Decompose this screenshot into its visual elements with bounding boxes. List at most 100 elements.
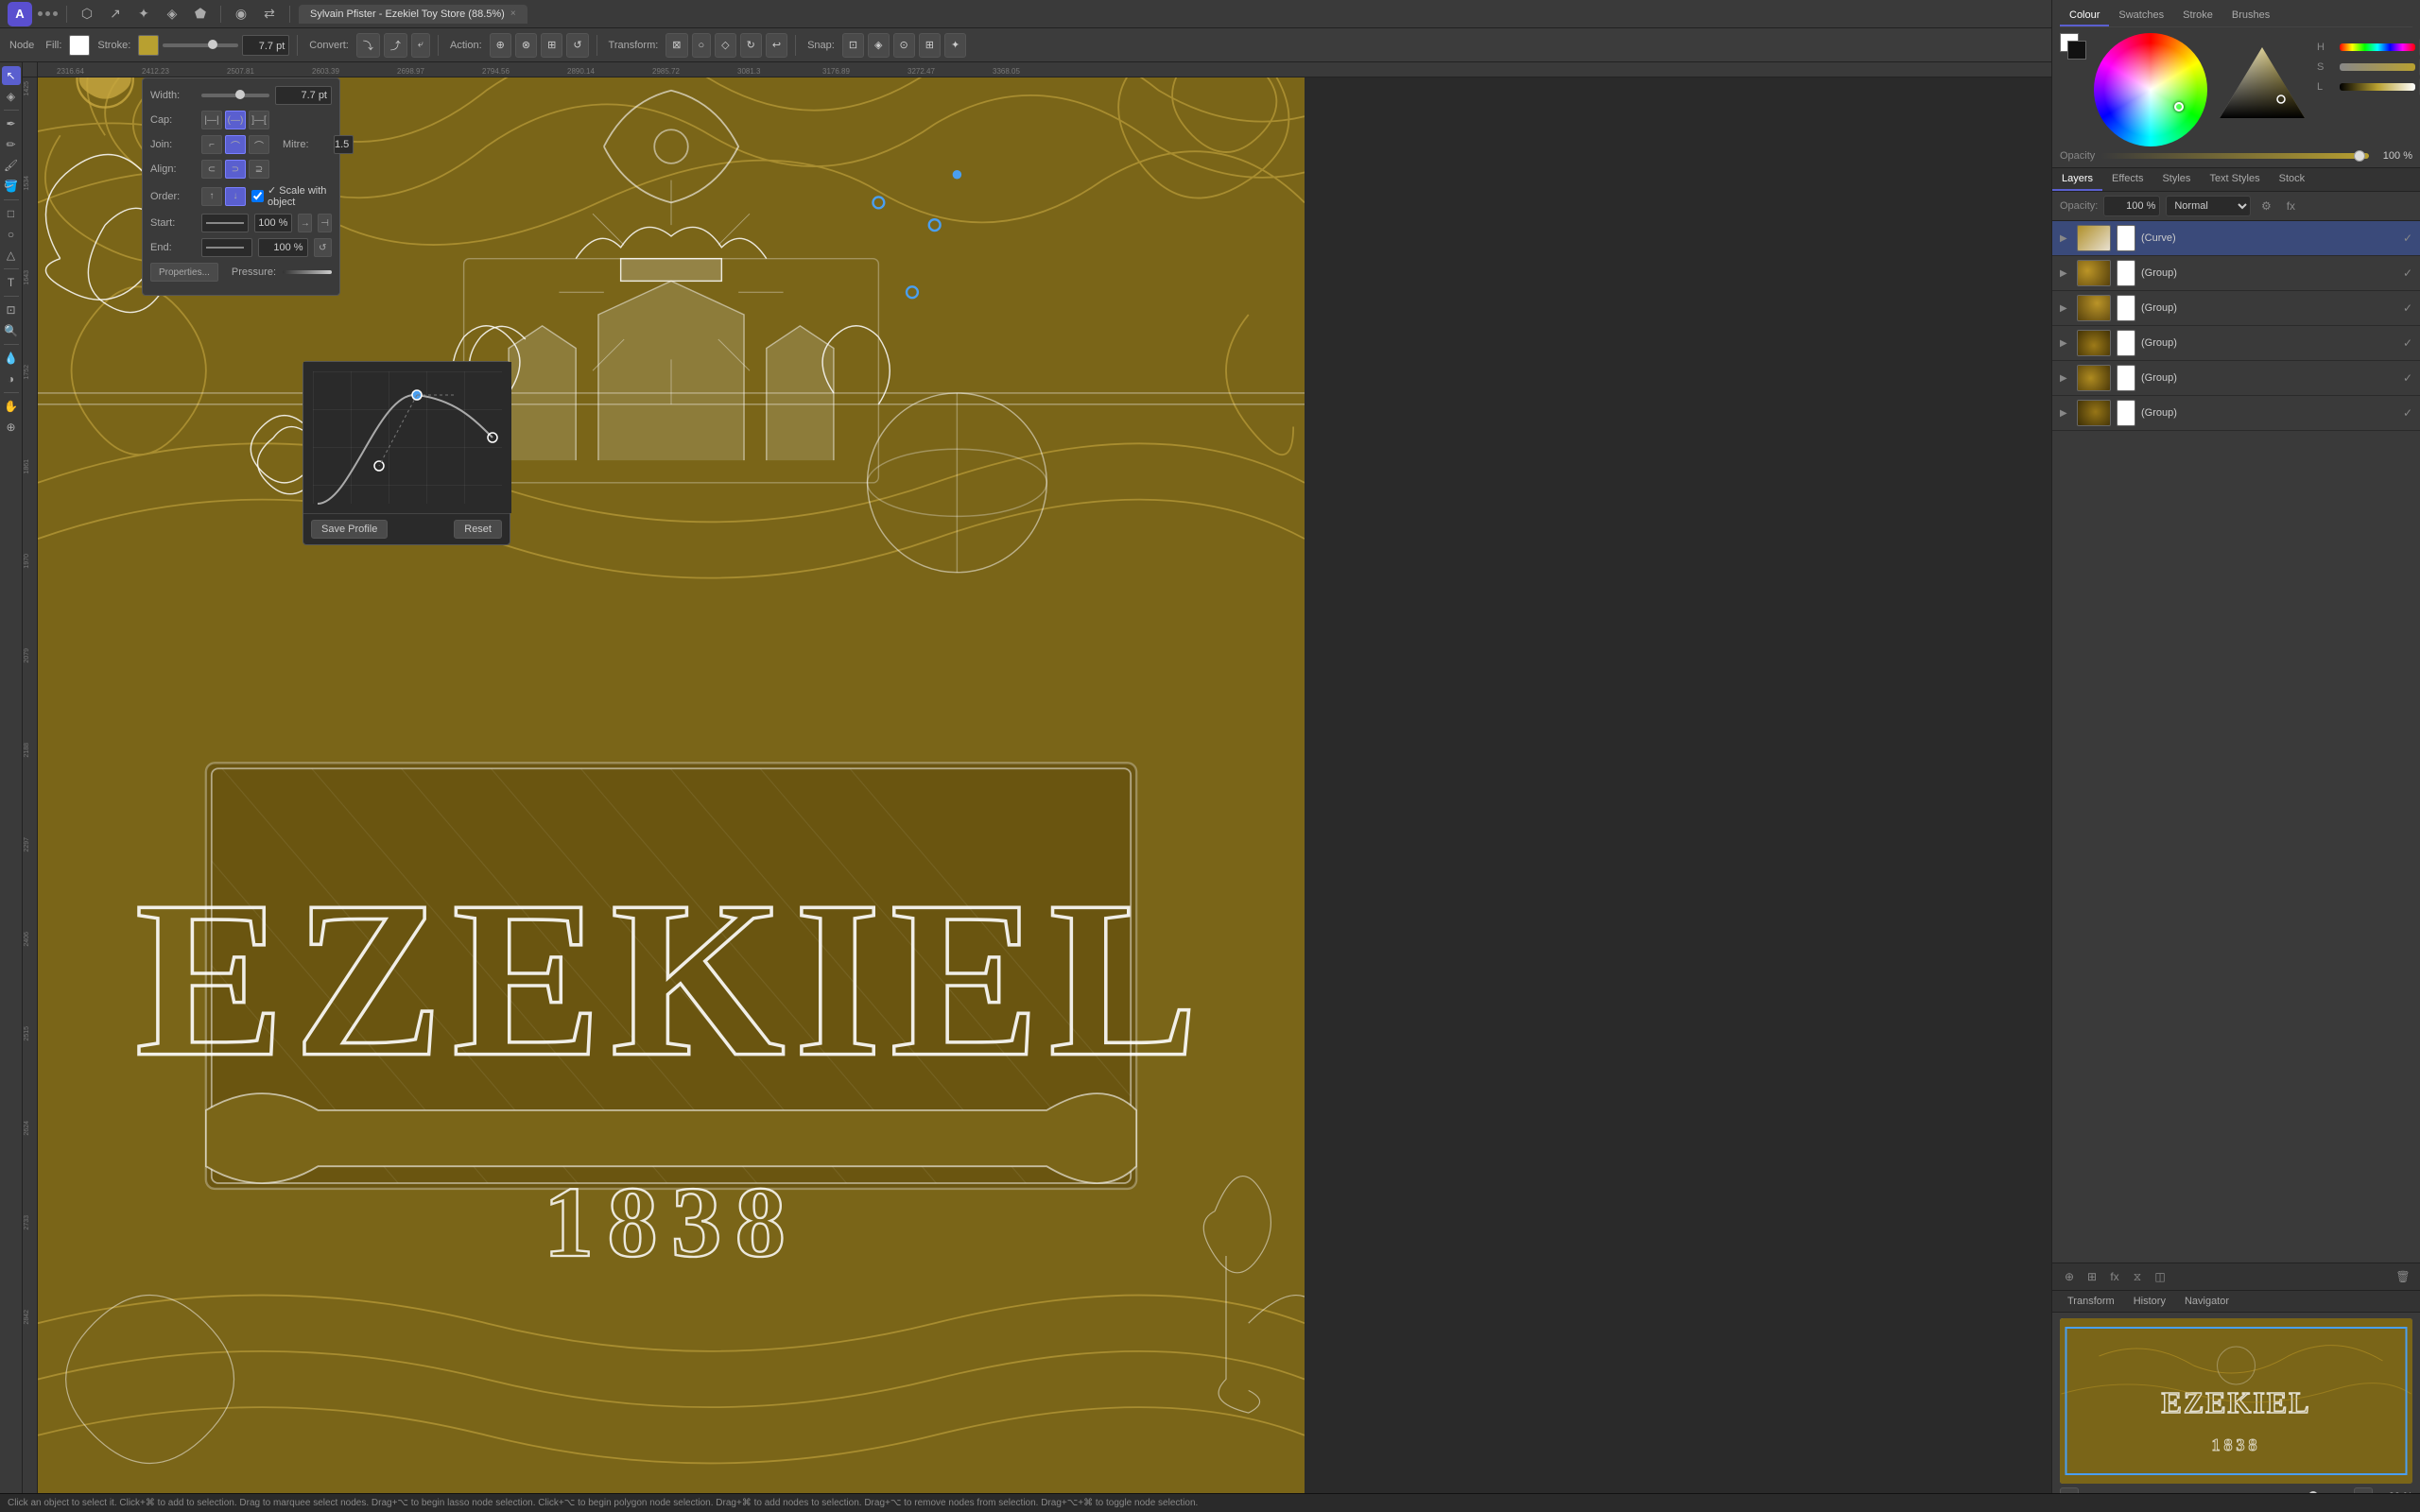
save-profile-button[interactable]: Save Profile xyxy=(311,520,388,539)
expand-icon-5[interactable]: ▶ xyxy=(2060,373,2071,384)
end-pct[interactable]: 100 % xyxy=(258,238,308,257)
expand-icon-1[interactable]: ▶ xyxy=(2060,233,2071,244)
snap-btn-3[interactable]: ⊙ xyxy=(893,33,915,58)
expand-icon-6[interactable]: ▶ xyxy=(2060,408,2071,419)
layers-tab-layers[interactable]: Layers xyxy=(2052,168,2102,191)
fill-color-box[interactable] xyxy=(69,35,90,56)
saturation-bar[interactable] xyxy=(2340,63,2415,71)
text-tool[interactable]: T xyxy=(2,273,21,292)
mitre-input[interactable]: 1.5 xyxy=(334,135,354,154)
add-layer-icon[interactable]: ⊕ xyxy=(2060,1267,2079,1286)
layers-tab-effects[interactable]: Effects xyxy=(2102,168,2152,191)
color-wheel[interactable] xyxy=(2094,33,2207,146)
black-white-swatches[interactable] xyxy=(2060,33,2086,60)
pressure-mini-curve[interactable] xyxy=(283,270,332,274)
convert-btn-2[interactable]: ⤴ xyxy=(384,33,407,58)
scale-checkbox[interactable] xyxy=(251,190,264,202)
app-menu-dots[interactable] xyxy=(38,11,58,16)
select-tool[interactable]: ↖ xyxy=(2,66,21,85)
pen-tool[interactable]: ✒ xyxy=(2,114,21,133)
layers-fx-btn[interactable]: fx xyxy=(2281,197,2300,215)
duplicate-layer-icon[interactable]: ⊞ xyxy=(2083,1267,2101,1286)
start-pct[interactable]: 100 % xyxy=(254,214,292,232)
action-btn-2[interactable]: ⊗ xyxy=(515,33,537,58)
align-inner-btn[interactable]: ⊂ xyxy=(201,160,222,179)
layers-tab-text-styles[interactable]: Text Styles xyxy=(2200,168,2269,191)
lightness-bar[interactable] xyxy=(2340,83,2415,91)
cap-butt-btn[interactable]: |—| xyxy=(201,111,222,129)
layer-visible-6[interactable]: ✓ xyxy=(2403,406,2412,420)
layer-visible-2[interactable]: ✓ xyxy=(2403,266,2412,280)
align-center-btn[interactable]: ⊃ xyxy=(225,160,246,179)
action-btn-1[interactable]: ⊕ xyxy=(490,33,511,58)
layer-visible-3[interactable]: ✓ xyxy=(2403,301,2412,315)
layers-settings-btn[interactable]: ⚙ xyxy=(2256,197,2275,215)
layer-item-group-1[interactable]: ▶ (Group) ✓ xyxy=(2052,256,2420,291)
shape-tool[interactable]: □ xyxy=(2,204,21,223)
zoom-canvas-tool[interactable]: ⊕ xyxy=(2,418,21,437)
layer-visible-5[interactable]: ✓ xyxy=(2403,371,2412,385)
tab-brushes[interactable]: Brushes xyxy=(2222,6,2279,26)
cap-round-btn[interactable]: (—) xyxy=(225,111,246,129)
menubar-icon-5[interactable]: ⬟ xyxy=(189,3,212,26)
document-tab[interactable]: Sylvain Pfister - Ezekiel Toy Store (88.… xyxy=(299,5,527,24)
bottom-tab-history[interactable]: History xyxy=(2126,1294,2173,1309)
properties-btn[interactable]: Properties... xyxy=(150,263,218,282)
snap-btn-4[interactable]: ⊞ xyxy=(919,33,941,58)
menubar-icon-4[interactable]: ◈ xyxy=(161,3,183,26)
layer-item-group-3[interactable]: ▶ (Group) ✓ xyxy=(2052,326,2420,361)
crop-tool[interactable]: ⊡ xyxy=(2,301,21,319)
expand-icon-2[interactable]: ▶ xyxy=(2060,268,2071,279)
reset-button[interactable]: Reset xyxy=(454,520,502,539)
end-style[interactable] xyxy=(201,238,252,257)
expand-icon-4[interactable]: ▶ xyxy=(2060,338,2071,349)
canvas-area[interactable]: EZEKIEL 1838 xyxy=(38,77,1305,1493)
tab-stroke[interactable]: Stroke xyxy=(2173,6,2222,26)
gradient-tool[interactable]: ◑ xyxy=(2,369,21,388)
delete-layer-icon[interactable]: 🗑 xyxy=(2394,1267,2412,1286)
mask-icon[interactable]: ◫ xyxy=(2151,1267,2169,1286)
menubar-icon-2[interactable]: ↗ xyxy=(104,3,127,26)
start-arrow-btn[interactable]: → xyxy=(298,214,312,232)
order-btn-1[interactable]: ↑ xyxy=(201,187,222,206)
layer-item-group-2[interactable]: ▶ (Group) ✓ xyxy=(2052,291,2420,326)
layer-item-curve[interactable]: ▶ (Curve) ✓ xyxy=(2052,221,2420,256)
tab-colour[interactable]: Colour xyxy=(2060,6,2109,26)
close-tab-icon[interactable]: × xyxy=(510,9,516,19)
align-outer-btn[interactable]: ⊇ xyxy=(249,160,269,179)
paint-bucket-tool[interactable]: 🪣 xyxy=(2,177,21,196)
polygon-tool[interactable]: △ xyxy=(2,246,21,265)
snap-btn-5[interactable]: ✦ xyxy=(944,33,966,58)
ellipse-tool[interactable]: ○ xyxy=(2,225,21,244)
stroke-width-slider[interactable] xyxy=(163,43,238,47)
eyedropper-tool[interactable]: 💧 xyxy=(2,349,21,368)
layers-opacity-input[interactable]: 100 % xyxy=(2103,196,2160,216)
snap-btn-2[interactable]: ◈ xyxy=(868,33,889,58)
join-miter-btn[interactable]: ⌐ xyxy=(201,135,222,154)
convert-btn-1[interactable]: ⤵ xyxy=(356,33,380,58)
join-round-btn[interactable]: ⌒ xyxy=(225,135,246,154)
transform-btn-4[interactable]: ↻ xyxy=(740,33,762,58)
tab-swatches[interactable]: Swatches xyxy=(2109,6,2173,26)
layer-item-group-5[interactable]: ▶ (Group) ✓ xyxy=(2052,396,2420,431)
black-swatch[interactable] xyxy=(2067,41,2086,60)
stroke-color-box[interactable] xyxy=(138,35,159,56)
layer-fx-icon[interactable]: fx xyxy=(2105,1267,2124,1286)
transform-btn-1[interactable]: ⊠ xyxy=(666,33,687,58)
layers-tab-styles[interactable]: Styles xyxy=(2152,168,2200,191)
brush-tool[interactable]: 🖌 xyxy=(2,156,21,175)
node-tool[interactable]: ◈ xyxy=(2,87,21,106)
start-end-btn[interactable]: ⊣ xyxy=(318,214,332,232)
adjust-icon[interactable]: ⧖ xyxy=(2128,1267,2147,1286)
app-logo[interactable]: A xyxy=(8,2,32,26)
cap-square-btn[interactable]: ]—[ xyxy=(249,111,269,129)
menubar-icon-7[interactable]: ⇄ xyxy=(258,3,281,26)
menubar-icon-6[interactable]: ◉ xyxy=(230,3,252,26)
width-input[interactable]: 7.7 pt xyxy=(275,86,332,105)
color-triangle[interactable] xyxy=(2215,43,2309,128)
menubar-icon-1[interactable]: ⬡ xyxy=(76,3,98,26)
scale-with-object-check[interactable]: ✓ Scale with object xyxy=(251,184,332,208)
bottom-tab-transform[interactable]: Transform xyxy=(2060,1294,2122,1309)
layer-visible-1[interactable]: ✓ xyxy=(2403,232,2412,245)
start-style[interactable] xyxy=(201,214,249,232)
